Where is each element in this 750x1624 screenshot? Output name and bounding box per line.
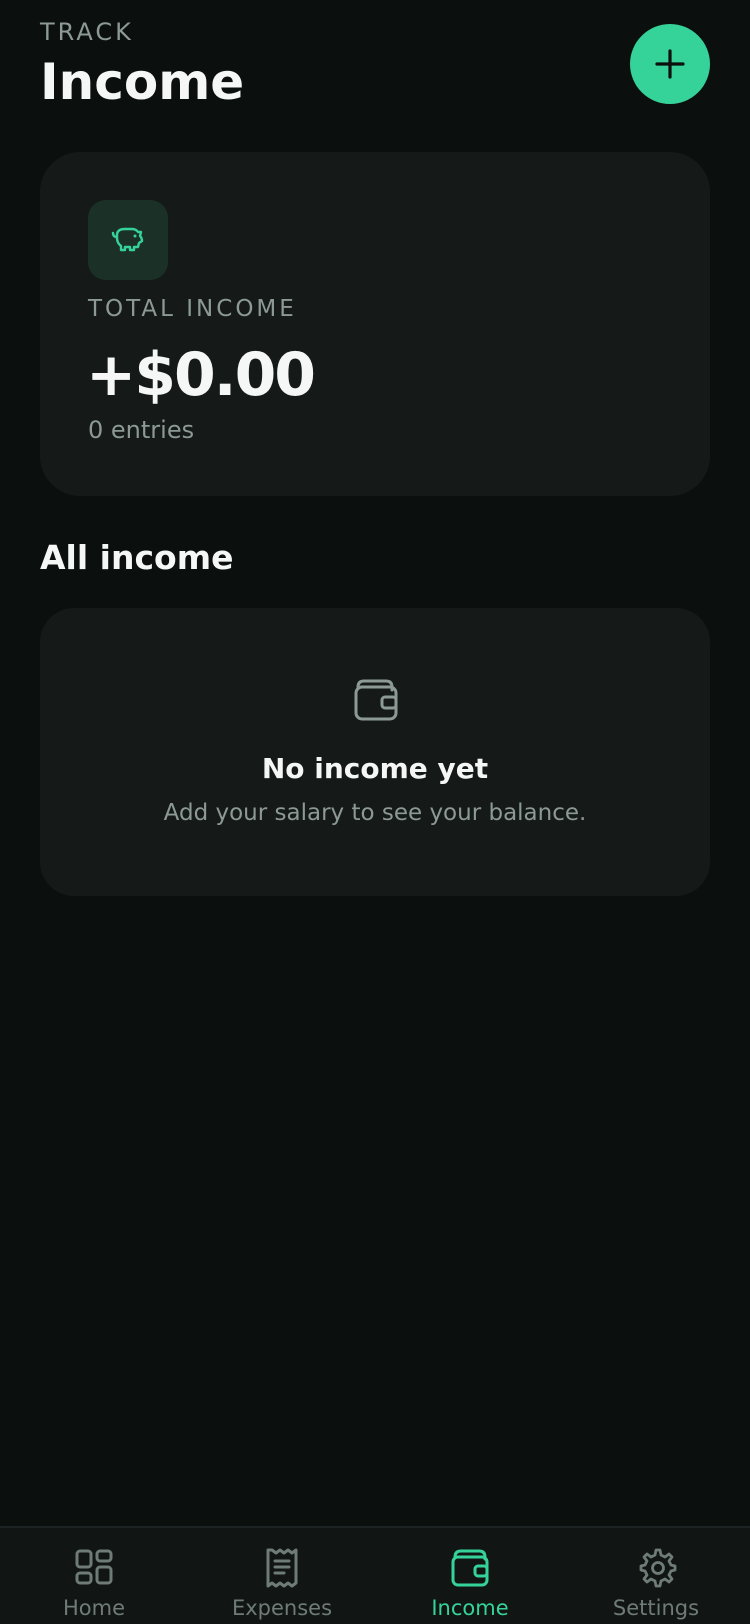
nav-item-settings[interactable]: Settings xyxy=(562,1546,750,1620)
plus-icon xyxy=(655,49,685,79)
empty-state-title: No income yet xyxy=(261,752,489,785)
nav-label-income: Income xyxy=(431,1596,509,1620)
entries-count: 0 entries xyxy=(88,416,195,444)
nav-item-income[interactable]: Income xyxy=(376,1546,564,1620)
piggy-bank-badge xyxy=(88,200,168,280)
bottom-nav: Home Expenses Income Settings xyxy=(0,1526,750,1624)
total-income-label: TOTAL INCOME xyxy=(88,296,297,322)
income-screen: TRACK Income TOTAL INCOME +$0.00 0 entri… xyxy=(0,0,750,1624)
section-title: All income xyxy=(40,538,234,577)
wallet-icon xyxy=(451,1549,489,1587)
piggy-bank-icon xyxy=(111,227,144,252)
nav-label-settings: Settings xyxy=(612,1596,700,1620)
nav-label-expenses: Expenses xyxy=(231,1596,333,1620)
add-income-button[interactable] xyxy=(630,24,710,104)
receipt-icon xyxy=(266,1548,298,1588)
nav-item-expenses[interactable]: Expenses xyxy=(188,1546,376,1620)
grid-icon xyxy=(75,1549,113,1585)
page-title: Income xyxy=(40,53,245,111)
nav-label-home: Home xyxy=(62,1596,125,1620)
empty-state-subtitle: Add your salary to see your balance. xyxy=(163,800,587,826)
gear-icon xyxy=(639,1548,677,1588)
nav-item-home[interactable]: Home xyxy=(0,1546,188,1620)
total-income-amount: +$0.00 xyxy=(86,340,316,410)
empty-state-card: No income yet Add your salary to see you… xyxy=(40,608,710,896)
wallet-icon xyxy=(354,679,398,721)
page-header: TRACK Income xyxy=(40,14,244,114)
total-income-card: TOTAL INCOME +$0.00 0 entries xyxy=(40,152,710,496)
page-eyebrow: TRACK xyxy=(40,18,134,46)
